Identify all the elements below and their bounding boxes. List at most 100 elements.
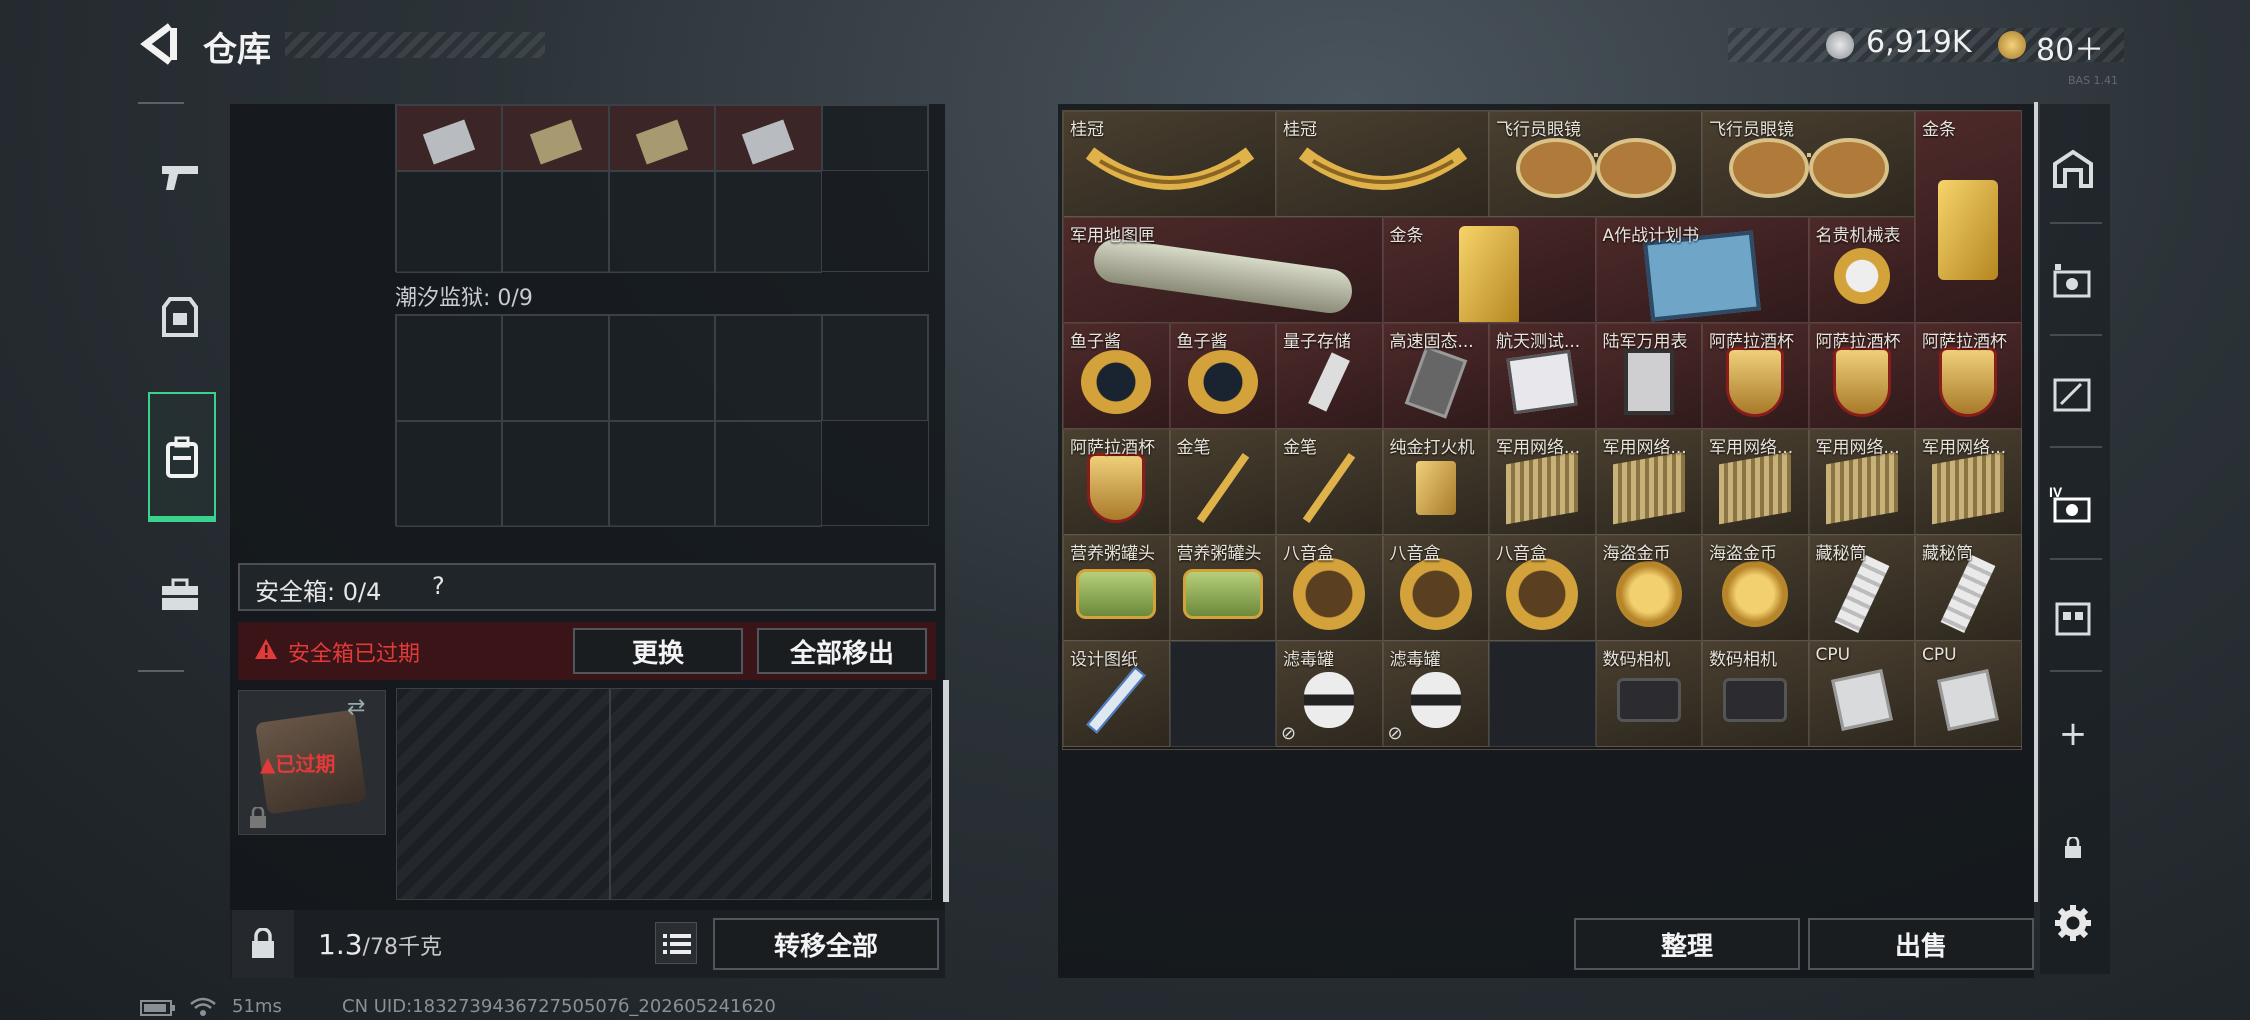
inventory-item[interactable]: 金笔 [1276, 429, 1383, 535]
grid-cell[interactable] [502, 421, 609, 527]
filter-canister-icon [1410, 672, 1461, 729]
porridge-can-icon [1182, 569, 1263, 620]
grid-cell[interactable] [715, 421, 822, 527]
inventory-item[interactable]: CPU [1915, 641, 2022, 747]
inventory-item[interactable]: 阿萨拉酒杯 [1915, 323, 2022, 429]
warehouse-tab-5[interactable] [2044, 586, 2102, 646]
inventory-item[interactable]: CPU [1808, 641, 1915, 747]
grid-cell[interactable] [396, 421, 503, 527]
inventory-item[interactable]: 阿萨拉酒杯 [1808, 323, 1915, 429]
grid-cell[interactable] [608, 421, 716, 527]
warehouse-grid[interactable]: 桂冠 桂冠 飞行员眼镜 飞行员眼镜 金条 军用地图匣 金条 A作战计划书 名贵机械表 鱼子酱 鱼子酱… [1062, 110, 2022, 750]
warehouse-tab-2[interactable] [2044, 250, 2102, 310]
inventory-item[interactable]: 军用网络... [1702, 429, 1809, 535]
premium-currency-amount[interactable]: 80＋ [2036, 25, 2104, 69]
inventory-item[interactable]: 阿萨拉酒杯 [1063, 429, 1170, 535]
weight-current: 1.3 [318, 928, 363, 961]
inventory-item[interactable]: 纯金打火机 [1382, 429, 1489, 535]
inventory-item[interactable]: 军用网络... [1808, 429, 1915, 535]
nav-armor[interactable] [140, 252, 220, 382]
grid-cell[interactable] [715, 105, 822, 171]
inventory-item[interactable]: 滤毒罐 ⊘ [1276, 641, 1383, 747]
warehouse-tab-1[interactable] [2044, 138, 2102, 198]
grid-cell[interactable] [396, 315, 503, 421]
grid-cell[interactable] [608, 315, 716, 421]
inventory-item[interactable]: 金笔 [1169, 429, 1276, 535]
prison-grid[interactable] [395, 314, 929, 527]
inventory-item[interactable]: 数码相机 [1702, 641, 1809, 747]
item-name: 设计图纸 [1070, 650, 1138, 670]
empty-slot[interactable] [1169, 641, 1276, 747]
inventory-item[interactable]: 营养粥罐头 [1169, 535, 1276, 641]
inventory-item[interactable]: 金条 [1382, 217, 1596, 323]
grid-cell[interactable] [502, 105, 609, 171]
grid-cell[interactable] [715, 315, 822, 421]
inventory-item[interactable]: 设计图纸 [1063, 641, 1170, 747]
scrollbar[interactable] [943, 680, 949, 902]
storage-iv-icon: IV [2049, 484, 2091, 523]
tab-lock[interactable] [2044, 818, 2102, 878]
grid-cell[interactable] [608, 105, 716, 171]
inventory-item[interactable]: 滤毒罐 ⊘ [1382, 641, 1489, 747]
inventory-item[interactable]: A作战计划书 [1595, 217, 1809, 323]
nav-case[interactable] [140, 530, 220, 660]
inventory-item[interactable]: 量子存储 [1276, 323, 1383, 429]
inventory-item[interactable]: 航天测试... [1489, 323, 1596, 429]
warehouse-tab-4[interactable]: IV [2044, 474, 2102, 534]
inventory-item[interactable]: 金条 [1915, 111, 2022, 323]
inventory-item[interactable]: 八音盒 [1382, 535, 1489, 641]
sell-button[interactable]: 出售 [1808, 918, 2034, 970]
inventory-item[interactable]: 鱼子酱 [1063, 323, 1170, 429]
inventory-item[interactable]: 八音盒 [1276, 535, 1383, 641]
empty-slot[interactable] [1489, 641, 1596, 747]
help-icon[interactable]: ? [432, 572, 445, 600]
organize-button[interactable]: 整理 [1574, 918, 1800, 970]
grid-cell[interactable] [502, 315, 609, 421]
inventory-item[interactable]: 飞行员眼镜 [1702, 111, 1915, 217]
inventory-item[interactable]: 藏秘筒 [1915, 535, 2022, 641]
inventory-item[interactable]: 鱼子酱 [1169, 323, 1276, 429]
inventory-item[interactable]: 飞行员眼镜 [1489, 111, 1702, 217]
transfer-all-button[interactable]: 转移全部 [713, 918, 939, 970]
back-button[interactable] [140, 22, 180, 66]
inventory-item[interactable]: 海盗金币 [1702, 535, 1809, 641]
inventory-item[interactable]: 营养粥罐头 [1063, 535, 1170, 641]
nav-backpack[interactable] [148, 392, 216, 522]
move-all-out-button[interactable]: 全部移出 [757, 628, 927, 674]
list-view-button[interactable] [655, 922, 697, 964]
replace-button[interactable]: 更换 [573, 628, 743, 674]
inventory-item[interactable]: 阿萨拉酒杯 [1702, 323, 1809, 429]
inventory-item[interactable]: 八音盒 [1489, 535, 1596, 641]
warehouse-tab-3[interactable] [2044, 362, 2102, 422]
inventory-item[interactable]: 军用网络... [1595, 429, 1702, 535]
swap-icon[interactable]: ⇄ [347, 695, 365, 720]
inventory-item[interactable]: 数码相机 [1595, 641, 1702, 747]
inventory-item[interactable]: 名贵机械表 [1808, 217, 1915, 323]
inventory-item[interactable]: 高速固态... [1382, 323, 1489, 429]
grid-cell[interactable] [821, 105, 928, 171]
grid-cell[interactable] [821, 315, 928, 421]
grid-cell[interactable] [396, 171, 503, 273]
settings-button[interactable] [2044, 893, 2102, 953]
inventory-item[interactable]: 桂冠 [1276, 111, 1489, 217]
grid-cell[interactable] [502, 171, 609, 273]
grid-cell[interactable] [608, 171, 716, 273]
backpack-grid[interactable] [395, 104, 929, 273]
safe-box-slots[interactable] [396, 688, 932, 900]
inventory-item[interactable]: 桂冠 [1063, 111, 1276, 217]
inventory-item[interactable]: 藏秘筒 [1808, 535, 1915, 641]
inventory-item[interactable]: 陆军万用表 [1595, 323, 1702, 429]
add-tab-button[interactable]: + [2044, 704, 2102, 764]
cpu-icon [1937, 669, 2000, 732]
lock-button[interactable] [232, 910, 294, 978]
briefcase-icon [162, 578, 198, 610]
warehouse-scrollbar[interactable] [2034, 102, 2038, 902]
grid-cell[interactable] [396, 105, 503, 171]
inventory-item[interactable]: 军用地图匣 [1063, 217, 1383, 323]
grid-cell[interactable] [715, 171, 822, 273]
nav-weapons[interactable] [140, 112, 220, 242]
inventory-item[interactable]: 军用网络... [1489, 429, 1596, 535]
inventory-item[interactable]: 海盗金币 [1595, 535, 1702, 641]
inventory-item[interactable]: 军用网络... [1915, 429, 2022, 535]
tab-separator [2050, 670, 2102, 672]
